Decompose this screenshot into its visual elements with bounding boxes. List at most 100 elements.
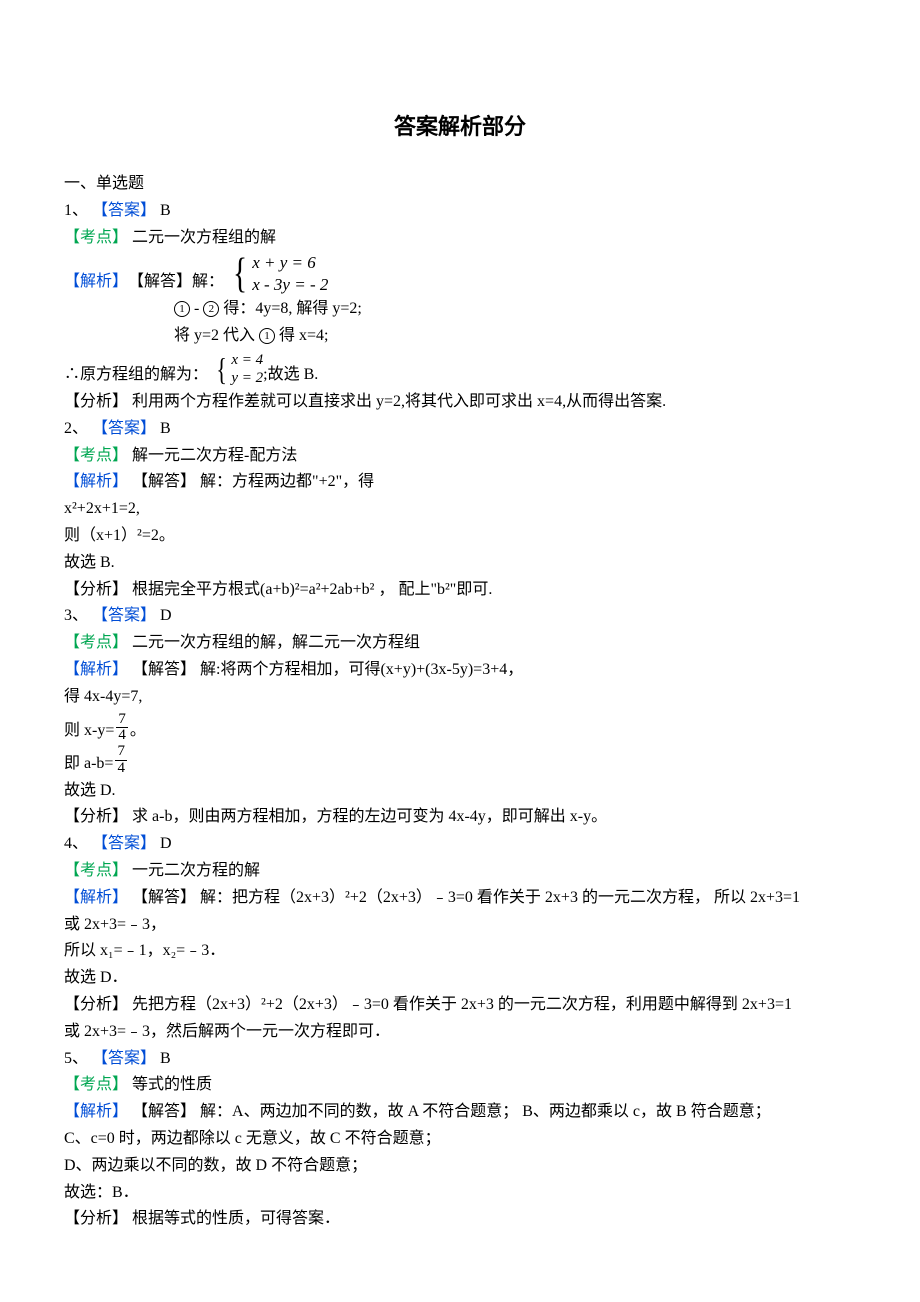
q3-line3-suf: 。 (130, 719, 146, 744)
frac-den: 4 (116, 727, 128, 744)
q4-jiexi-line: 【解析】 【解答】 解：把方程（2x+3）²+2（2x+3）﹣3=0 看作关于 … (64, 886, 856, 911)
left-brace-icon: { (233, 253, 247, 295)
q3-number: 3、 (64, 607, 88, 624)
answer-tag: 【答案】 (92, 607, 156, 624)
section-heading: 一、单选题 (64, 172, 856, 197)
analysis-tag: 【分析】 (64, 996, 128, 1013)
kaodian-tag: 【考点】 (64, 447, 128, 464)
q5-jiexi-line: 【解析】 【解答】 解：A、两边加不同的数，故 A 不符合题意； B、两边都乘以… (64, 1100, 856, 1125)
q2-number: 2、 (64, 420, 88, 437)
kaodian-text: 等式的性质 (132, 1076, 212, 1093)
jiexi-tag: 【解析】 (64, 473, 128, 490)
jieda-tag: 【解答】 (132, 661, 196, 678)
analysis-text: 先把方程（2x+3）²+2（2x+3）﹣3=0 看作关于 2x+3 的一元二次方… (132, 996, 792, 1013)
answer-tag: 【答案】 (92, 1050, 156, 1067)
q2-answer: B (160, 420, 171, 437)
q3-kaodian: 【考点】 二元一次方程组的解，解二元一次方程组 (64, 631, 856, 656)
q2-line4: 故选 B. (64, 551, 856, 576)
sol-prefix: ∴原方程组的解为： (64, 363, 208, 388)
q4-number: 4、 (64, 835, 88, 852)
kaodian-tag: 【考点】 (64, 862, 128, 879)
frac-den: 4 (115, 760, 127, 777)
left-brace-icon: { (216, 353, 227, 385)
q5-kaodian: 【考点】 等式的性质 (64, 1073, 856, 1098)
step2-pre: 将 y=2 代入 (174, 327, 259, 344)
jiexi-tag: 【解析】 (64, 270, 128, 295)
jiexi-tag: 【解析】 (64, 889, 128, 906)
sol-suffix: ;故选 B. (263, 363, 318, 388)
jiexi-tag: 【解析】 (64, 661, 128, 678)
q3-line3: 则 x-y= 7 4 。 (64, 712, 856, 745)
analysis-tag: 【分析】 (64, 808, 128, 825)
circled-2-icon: 2 (203, 301, 219, 317)
analysis-tag: 【分析】 (64, 393, 128, 410)
kaodian-text: 二元一次方程组的解，解二元一次方程组 (132, 634, 420, 651)
q1-solution-system: { x = 4 y = 2 (214, 351, 263, 389)
jieda-tag: 【解答】 (132, 473, 196, 490)
step1-rest: 得：4y=8, 解得 y=2; (223, 300, 362, 317)
q1-answer-line: 1、 【答案】 B (64, 199, 856, 224)
frac-num: 7 (117, 744, 125, 760)
step2-suf: 得 x=4; (279, 327, 328, 344)
answer-tag: 【答案】 (92, 835, 156, 852)
analysis-text: 利用两个方程作差就可以直接求出 y=2,将其代入即可求出 x=4,从而得出答案. (132, 393, 666, 410)
q3-jiexi-line: 【解析】 【解答】 解:将两个方程相加，可得(x+y)+(3x-5y)=3+4， (64, 658, 856, 683)
q3-body: 解:将两个方程相加，可得(x+y)+(3x-5y)=3+4， (200, 661, 523, 678)
jie-lead: 解： (192, 270, 224, 295)
q4-line3: 所以 x₁=﹣1，x₂=﹣3． (64, 939, 856, 964)
q1-kaodian: 【考点】 二元一次方程组的解 (64, 226, 856, 251)
page: 答案解析部分 一、单选题 1、 【答案】 B 【考点】 二元一次方程组的解 【解… (0, 0, 920, 1302)
jieda-tag: 【解答】 (132, 1103, 196, 1120)
q2-jiexi-line: 【解析】 【解答】 解：方程两边都"+2"，得 (64, 470, 856, 495)
jieda-tag: 【解答】 (128, 270, 192, 295)
q5-analysis: 【分析】 根据等式的性质，可得答案． (64, 1207, 856, 1232)
kaodian-text: 二元一次方程组的解 (132, 229, 276, 246)
q5-line3: D、两边乘以不同的数，故 D 不符合题意； (64, 1154, 856, 1179)
q3-line5: 故选 D. (64, 779, 856, 804)
q2-analysis: 【分析】 根据完全平方根式(a+b)²=a²+2ab+b² ， 配上"b²"即可… (64, 578, 856, 603)
analysis-text: 根据等式的性质，可得答案． (132, 1210, 340, 1227)
circled-1-icon: 1 (174, 301, 190, 317)
q4-kaodian: 【考点】 一元二次方程的解 (64, 859, 856, 884)
q3-line4-pre: 即 a-b= (64, 752, 113, 777)
q1-number: 1、 (64, 202, 88, 219)
jiexi-tag: 【解析】 (64, 1103, 128, 1120)
q3-answer: D (160, 607, 172, 624)
q5-line2: C、c=0 时，两边都除以 c 无意义，故 C 不符合题意； (64, 1127, 856, 1152)
q4-answer: D (160, 835, 172, 852)
q3-line4: 即 a-b= 7 4 (64, 744, 856, 777)
fraction-7-4: 7 4 (115, 744, 127, 777)
q5-line4: 故选：B． (64, 1181, 856, 1206)
fraction-7-4: 7 4 (116, 712, 128, 745)
kaodian-text: 一元二次方程的解 (132, 862, 260, 879)
q1-step2: 将 y=2 代入 1 得 x=4; (64, 324, 856, 349)
circled-1-icon: 1 (259, 328, 275, 344)
q1-eq-bot: x - 3y = - 2 (252, 274, 328, 295)
jieda-tag: 【解答】 (132, 889, 196, 906)
q3-answer-line: 3、 【答案】 D (64, 604, 856, 629)
q4-line4: 故选 D． (64, 966, 856, 991)
kaodian-text: 解一元二次方程-配方法 (132, 447, 297, 464)
kaodian-tag: 【考点】 (64, 634, 128, 651)
q4-body: 解：把方程（2x+3）²+2（2x+3）﹣3=0 看作关于 2x+3 的一元二次… (200, 889, 800, 906)
kaodian-tag: 【考点】 (64, 229, 128, 246)
answer-tag: 【答案】 (92, 420, 156, 437)
page-title: 答案解析部分 (64, 110, 856, 144)
q2-body: 解：方程两边都"+2"，得 (200, 473, 374, 490)
q2-line2: x²+2x+1=2, (64, 497, 856, 522)
q3-line3-pre: 则 x-y= (64, 719, 114, 744)
answer-tag: 【答案】 (92, 202, 156, 219)
q4-answer-line: 4、 【答案】 D (64, 832, 856, 857)
analysis-tag: 【分析】 (64, 1210, 128, 1227)
q1-solution-line: ∴原方程组的解为： { x = 4 y = 2 ;故选 B. (64, 351, 856, 389)
kaodian-tag: 【考点】 (64, 1076, 128, 1093)
q5-answer-line: 5、 【答案】 B (64, 1047, 856, 1072)
q2-answer-line: 2、 【答案】 B (64, 417, 856, 442)
q2-line3: 则（x+1）²=2。 (64, 524, 856, 549)
q1-answer: B (160, 202, 171, 219)
q2-kaodian: 【考点】 解一元二次方程-配方法 (64, 444, 856, 469)
q1-sol-bot: y = 2 (231, 369, 263, 388)
q1-sol-top: x = 4 (231, 351, 263, 370)
step1-dash: - (194, 300, 199, 317)
q1-equation-row: 【解析】 【解答】 解： { x + y = 6 x - 3y = - 2 (64, 252, 856, 295)
